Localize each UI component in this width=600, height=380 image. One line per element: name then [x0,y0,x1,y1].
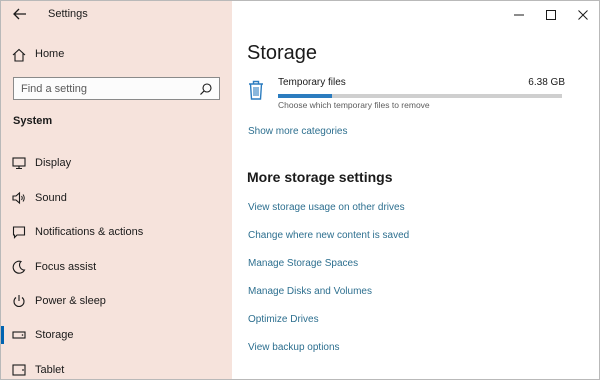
sidebar-item-home[interactable]: Home [1,43,232,67]
sidebar-item-display[interactable]: Display [1,150,232,176]
sidebar-item-label: Display [35,157,72,169]
close-button[interactable] [566,1,599,28]
app-title: Settings [48,8,88,20]
maximize-button[interactable] [534,1,567,28]
sidebar: Settings Home System [1,1,232,379]
link-manage-storage-spaces[interactable]: Manage Storage Spaces [248,258,358,269]
settings-window: Settings Home System [0,0,600,380]
tablet-icon [11,362,27,378]
show-more-categories-link[interactable]: Show more categories [248,126,348,137]
temporary-files-item[interactable]: Temporary files 6.38 GB Choose which tem… [247,75,565,113]
usage-progress-fill [278,94,332,98]
search-field[interactable] [13,77,220,100]
sidebar-item-label: Focus assist [35,261,97,273]
home-icon [11,47,27,63]
moon-icon [11,259,27,275]
speaker-icon [11,190,27,206]
display-icon [11,155,27,171]
link-manage-disks-volumes[interactable]: Manage Disks and Volumes [248,286,372,297]
link-change-new-content-location[interactable]: Change where new content is saved [248,230,409,241]
close-icon [577,9,588,20]
sidebar-item-label: Sound [35,192,67,204]
sidebar-item-focus-assist[interactable]: Focus assist [1,254,232,280]
notification-icon [11,224,27,240]
link-optimize-drives[interactable]: Optimize Drives [248,314,319,325]
trash-icon [247,79,265,101]
sidebar-item-label: Tablet [35,364,65,376]
storage-icon [11,327,27,343]
usage-progress-bar [278,94,562,98]
power-icon [11,293,27,309]
more-storage-settings-heading: More storage settings [247,169,393,185]
back-button[interactable] [9,5,31,23]
back-arrow-icon [13,8,26,20]
sidebar-item-label: Power & sleep [35,295,106,307]
title-bar: Settings [1,1,232,28]
sidebar-item-notifications[interactable]: Notifications & actions [1,219,232,245]
main-content: Storage Temporary files 6.38 GB Choose w… [232,1,599,379]
sidebar-item-label: Notifications & actions [35,226,144,238]
section-heading-system: System [13,115,53,127]
search-icon[interactable] [199,82,213,96]
maximize-icon [545,9,556,20]
temporary-files-size: 6.38 GB [528,77,565,88]
sidebar-item-storage[interactable]: Storage [1,322,232,348]
link-view-backup-options[interactable]: View backup options [248,342,340,353]
minimize-icon [513,14,524,15]
search-input[interactable] [14,78,194,99]
sidebar-item-label: Storage [35,329,74,341]
sidebar-item-sound[interactable]: Sound [1,185,232,211]
sidebar-item-power-sleep[interactable]: Power & sleep [1,288,232,314]
sidebar-item-tablet[interactable]: Tablet [1,357,232,379]
selection-indicator [1,326,4,344]
page-title: Storage [247,42,318,64]
link-view-storage-other-drives[interactable]: View storage usage on other drives [248,202,405,213]
home-label: Home [35,48,65,60]
minimize-button[interactable] [502,1,535,28]
temporary-files-description: Choose which temporary files to remove [278,100,430,110]
temporary-files-label: Temporary files [278,77,346,88]
